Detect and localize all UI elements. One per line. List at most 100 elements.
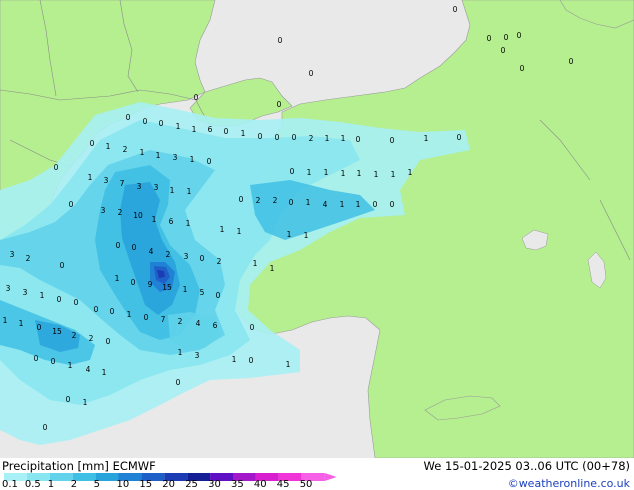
precip-value: 2 bbox=[118, 208, 123, 217]
precip-value: 2 bbox=[273, 196, 278, 205]
colorbar-tick-label: 25 bbox=[185, 479, 198, 490]
precip-value: 4 bbox=[86, 365, 91, 374]
precip-value: 1 bbox=[183, 285, 188, 294]
precip-value: 0 bbox=[90, 139, 95, 148]
precip-value: 0 bbox=[43, 423, 48, 432]
precip-value: 5 bbox=[200, 288, 205, 297]
precip-value: 2 bbox=[309, 134, 314, 143]
colorbar-tick-label: 0.5 bbox=[24, 479, 41, 490]
colorbar-arrow bbox=[324, 473, 337, 481]
precip-value: 7 bbox=[120, 179, 125, 188]
precip-value: 1 bbox=[374, 170, 379, 179]
precip-value: 1 bbox=[391, 170, 396, 179]
precip-value: 1 bbox=[187, 187, 192, 196]
precip-value: 3 bbox=[104, 176, 109, 185]
precip-value: 4 bbox=[323, 200, 328, 209]
precip-value: 1 bbox=[237, 227, 242, 236]
precip-value: 1 bbox=[152, 215, 157, 224]
precip-value: 1 bbox=[106, 142, 111, 151]
precip-value: 0 bbox=[309, 69, 314, 78]
precip-value: 2 bbox=[123, 145, 128, 154]
precip-value: 1 bbox=[356, 200, 361, 209]
precip-value: 2 bbox=[178, 317, 183, 326]
credit-link[interactable]: ©weatheronline.co.uk bbox=[508, 477, 630, 490]
chart-title: Precipitation [mm] ECMWF bbox=[2, 459, 156, 473]
precip-value: 1 bbox=[115, 274, 120, 283]
precip-value: 0 bbox=[356, 135, 361, 144]
precip-value: 0 bbox=[69, 200, 74, 209]
colorbar-tick-label: 20 bbox=[162, 479, 176, 490]
colorbar-tick-label: 5 bbox=[93, 479, 100, 490]
precip-value: 0 bbox=[292, 133, 297, 142]
precip-value: 1 bbox=[357, 169, 362, 178]
precip-value: 0 bbox=[457, 133, 462, 142]
precip-value: 1 bbox=[325, 134, 330, 143]
precip-value: 1 bbox=[341, 134, 346, 143]
run-timestamp: We 15-01-2025 03..06 UTC (00+78) bbox=[423, 459, 630, 473]
colorbar-tick-label: 10 bbox=[116, 479, 130, 490]
precip-value: 0 bbox=[453, 5, 458, 14]
precip-value: 0 bbox=[106, 337, 111, 346]
precip-value: 9 bbox=[148, 280, 153, 289]
precip-value: 0 bbox=[126, 113, 131, 122]
precip-value: 2 bbox=[256, 196, 261, 205]
precip-value: 0 bbox=[57, 295, 62, 304]
precip-value: 2 bbox=[166, 250, 171, 259]
precip-value: 15 bbox=[52, 327, 62, 336]
precip-value: 0 bbox=[159, 119, 164, 128]
colorbar-tick-label: 2 bbox=[70, 479, 78, 490]
precip-value: 1 bbox=[241, 129, 246, 138]
precip-value: 1 bbox=[176, 122, 181, 131]
precip-value: 0 bbox=[51, 357, 56, 366]
precip-value: 6 bbox=[169, 217, 174, 226]
colorbar-tick-label: 1 bbox=[47, 479, 55, 490]
precip-value: 1 bbox=[102, 368, 107, 377]
precip-value: 0 bbox=[517, 31, 522, 40]
precip-value: 3 bbox=[101, 206, 106, 215]
precip-value: 1 bbox=[408, 168, 413, 177]
precip-value: 3 bbox=[173, 153, 178, 162]
precip-value: 0 bbox=[60, 261, 65, 270]
precip-value: 3 bbox=[137, 182, 142, 191]
precip-value: 1 bbox=[127, 310, 132, 319]
precip-value: 0 bbox=[250, 323, 255, 332]
precip-value: 0 bbox=[132, 243, 137, 252]
colorbar-tick-label: 30 bbox=[208, 479, 221, 490]
precip-value: 3 bbox=[6, 284, 11, 293]
precip-value: 1 bbox=[156, 151, 161, 160]
precip-value: 2 bbox=[72, 331, 77, 340]
precip-value: 0 bbox=[520, 64, 525, 73]
precip-value: 0 bbox=[131, 278, 136, 287]
precip-value: 0 bbox=[216, 291, 221, 300]
precip-value: 0 bbox=[176, 378, 181, 387]
precip-value: 1 bbox=[232, 355, 237, 364]
precip-value: 1 bbox=[140, 148, 145, 157]
precip-value: 1 bbox=[220, 225, 225, 234]
precip-value: 0 bbox=[277, 100, 282, 109]
precip-value: 3 bbox=[23, 288, 28, 297]
precip-value: 1 bbox=[192, 125, 197, 134]
precip-value: 0 bbox=[249, 356, 254, 365]
precip-value: 3 bbox=[10, 250, 15, 259]
precip-value: 1 bbox=[253, 259, 258, 268]
precip-value: 3 bbox=[195, 351, 200, 360]
precip-value: 0 bbox=[116, 241, 121, 250]
precip-value: 1 bbox=[40, 291, 45, 300]
precip-value: 1 bbox=[340, 200, 345, 209]
precip-value: 6 bbox=[213, 321, 218, 330]
colorbar-tick-label: 40 bbox=[253, 479, 267, 490]
precip-value: 0 bbox=[207, 157, 212, 166]
colorbar-tick-label: 50 bbox=[299, 479, 313, 490]
precip-value: 0 bbox=[501, 46, 506, 55]
precip-value: 10 bbox=[133, 211, 143, 220]
precip-value: 0 bbox=[224, 127, 229, 136]
colorbar-tick-label: 45 bbox=[276, 479, 290, 490]
precip-value: 0 bbox=[487, 34, 492, 43]
precip-value: 0 bbox=[194, 93, 199, 102]
precip-value: 1 bbox=[19, 319, 24, 328]
precip-value: 0 bbox=[54, 163, 59, 172]
precip-value: 1 bbox=[190, 155, 195, 164]
precip-value: 2 bbox=[89, 334, 94, 343]
precip-value: 1 bbox=[3, 316, 8, 325]
precip-value: 1 bbox=[286, 360, 291, 369]
